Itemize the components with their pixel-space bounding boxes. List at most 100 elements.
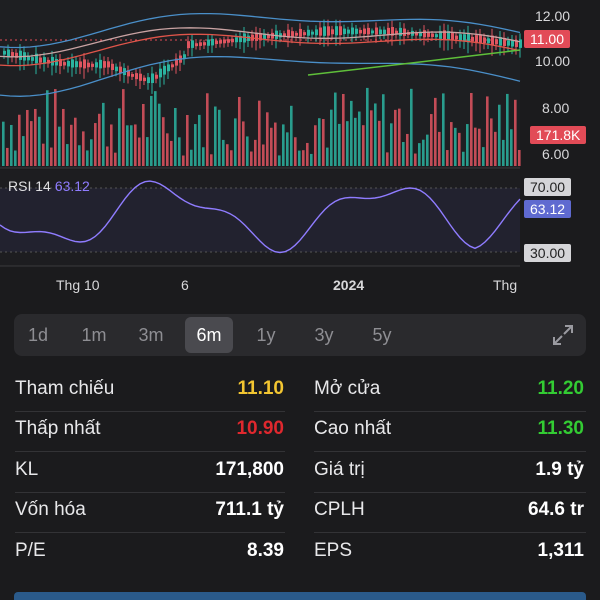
stat-value: 8.39 bbox=[247, 540, 284, 561]
candle-body bbox=[87, 62, 90, 68]
candle-body bbox=[155, 74, 158, 79]
range-5y-button[interactable]: 5y bbox=[358, 317, 406, 353]
candle-body bbox=[351, 27, 354, 35]
candle-body bbox=[143, 77, 146, 82]
volume-bar bbox=[230, 150, 233, 166]
candle-body bbox=[147, 77, 150, 84]
candle-body bbox=[79, 61, 82, 68]
volume-bar bbox=[86, 150, 89, 166]
volume-bar bbox=[362, 125, 365, 166]
volume-bar bbox=[290, 105, 293, 166]
candle-body bbox=[99, 59, 102, 69]
volume-bar bbox=[226, 144, 229, 166]
volume-bar bbox=[70, 124, 73, 166]
range-6m-button[interactable]: 6m bbox=[185, 317, 233, 353]
candle-body bbox=[431, 33, 434, 37]
candle-body bbox=[291, 31, 294, 37]
range-1m-button[interactable]: 1m bbox=[70, 317, 118, 353]
volume-bar bbox=[338, 123, 341, 166]
stat-label: Cao nhất bbox=[314, 418, 392, 439]
volume-bar bbox=[438, 131, 441, 166]
volume-bar bbox=[346, 121, 349, 166]
stock-chart[interactable]: 12.00 10.00 8.00 6.00 11.00 171.8K RSI 1… bbox=[0, 0, 600, 300]
volume-bar bbox=[254, 139, 257, 166]
volume-bar bbox=[330, 109, 333, 166]
volume-bar bbox=[110, 124, 113, 166]
volume-bar bbox=[518, 149, 521, 166]
volume-bar bbox=[410, 88, 413, 166]
volume-bar bbox=[354, 117, 357, 166]
candle-body bbox=[455, 35, 458, 40]
expand-icon[interactable] bbox=[552, 324, 574, 346]
stat-divider bbox=[314, 492, 586, 493]
range-3m-button[interactable]: 3m bbox=[127, 317, 175, 353]
x-axis-label: 2024 bbox=[333, 277, 365, 293]
volume-bar bbox=[50, 147, 53, 166]
volume-bar bbox=[166, 133, 169, 166]
y-axis-label: 12.00 bbox=[535, 8, 571, 24]
candle-body bbox=[423, 30, 426, 38]
candle-body bbox=[203, 42, 206, 46]
rsi-indicator-label: RSI 14 63.12 bbox=[8, 178, 90, 194]
volume-bar bbox=[170, 140, 173, 166]
candle-body bbox=[427, 32, 430, 37]
candle-body bbox=[139, 73, 142, 81]
candle-body bbox=[75, 61, 78, 68]
volume-bar bbox=[98, 113, 101, 166]
volume-bar bbox=[162, 117, 165, 166]
volume-bar bbox=[350, 100, 353, 166]
volume-bar bbox=[282, 124, 285, 166]
stat-label: KL bbox=[15, 459, 39, 480]
volume-bar bbox=[334, 92, 337, 166]
volume-bar bbox=[182, 155, 185, 166]
volume-bar bbox=[442, 93, 445, 166]
candle-body bbox=[67, 60, 70, 67]
range-3y-button[interactable]: 3y bbox=[300, 317, 348, 353]
volume-bar bbox=[146, 137, 149, 166]
x-axis-label: 6 bbox=[181, 277, 189, 293]
volume-bar bbox=[26, 109, 29, 166]
volume-bar bbox=[450, 122, 453, 166]
volume-bar bbox=[406, 133, 409, 166]
chart-canvas[interactable] bbox=[0, 0, 600, 300]
stat-divider bbox=[15, 411, 285, 412]
stat-value: 10.90 bbox=[236, 418, 284, 439]
volume-bar bbox=[102, 102, 105, 166]
candle-body bbox=[451, 32, 454, 41]
candle-body bbox=[335, 26, 338, 36]
volume-bar bbox=[474, 127, 477, 166]
candle-body bbox=[55, 58, 58, 66]
volume-bar bbox=[246, 136, 249, 166]
candle-body bbox=[519, 39, 522, 48]
volume-bar bbox=[190, 149, 193, 166]
candle-body bbox=[331, 29, 334, 35]
stat-value: 11.20 bbox=[537, 378, 585, 399]
volume-bar bbox=[270, 127, 273, 166]
volume-bar bbox=[130, 125, 133, 166]
candle-body bbox=[111, 63, 114, 70]
volume-bar bbox=[390, 123, 393, 166]
bottom-tab-strip[interactable] bbox=[14, 592, 586, 600]
volume-bar bbox=[446, 150, 449, 166]
stat-value: 11.10 bbox=[237, 378, 285, 399]
volume-bar bbox=[494, 131, 497, 166]
candle-body bbox=[295, 32, 298, 36]
volume-bar bbox=[34, 108, 37, 166]
stat-label: P/E bbox=[15, 540, 46, 561]
volume-bar bbox=[322, 119, 325, 166]
volume-bar bbox=[266, 112, 269, 166]
volume-bar bbox=[466, 124, 469, 166]
range-1d-button[interactable]: 1d bbox=[14, 317, 62, 353]
candle-body bbox=[219, 40, 222, 44]
candle-body bbox=[327, 26, 330, 36]
candle-body bbox=[131, 74, 134, 77]
candle-body bbox=[151, 73, 154, 84]
volume-bar bbox=[426, 134, 429, 166]
candle-body bbox=[215, 40, 218, 45]
stat-divider bbox=[314, 411, 586, 412]
candle-body bbox=[71, 59, 74, 68]
volume-bar bbox=[194, 124, 197, 166]
volume-bar bbox=[286, 132, 289, 166]
candle-body bbox=[235, 37, 238, 43]
range-1y-button[interactable]: 1y bbox=[242, 317, 290, 353]
